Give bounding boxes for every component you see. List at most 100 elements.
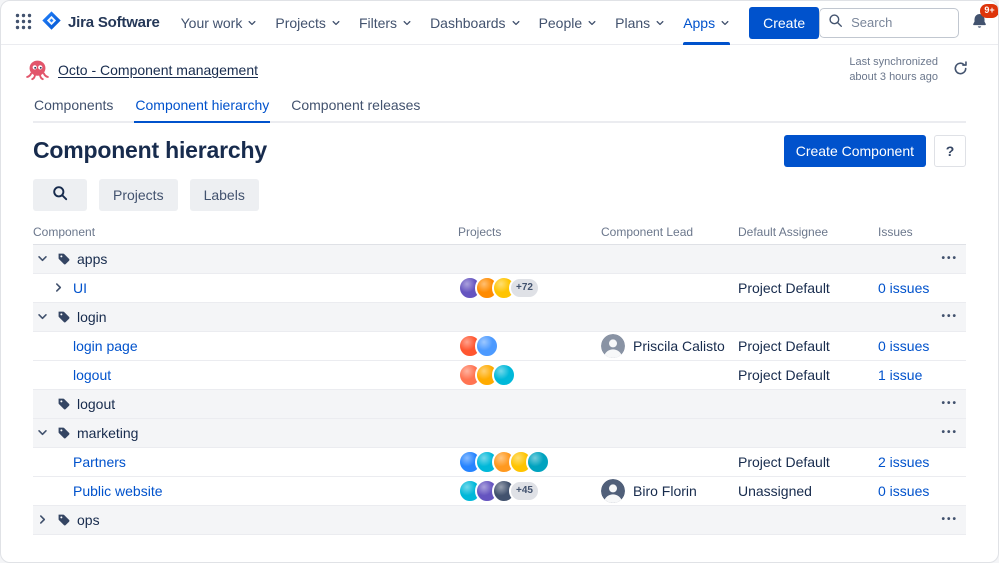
default-assignee-cell: Project Default bbox=[738, 366, 830, 383]
row-actions-cell: ••• bbox=[940, 308, 966, 326]
component-cell: Public website bbox=[33, 482, 458, 500]
nav-item-people[interactable]: People bbox=[530, 1, 607, 45]
filter-bar: Projects Labels bbox=[1, 167, 998, 211]
create-component-button[interactable]: Create Component bbox=[783, 134, 926, 167]
issues-cell: 0 issues bbox=[878, 280, 940, 296]
expand-chevron-icon[interactable] bbox=[33, 511, 51, 529]
component-link[interactable]: UI bbox=[73, 280, 87, 296]
chevron-down-icon bbox=[587, 18, 597, 28]
nav-item-apps[interactable]: Apps bbox=[674, 1, 739, 45]
group-label: ops bbox=[77, 511, 100, 528]
tag-icon bbox=[57, 252, 71, 266]
row-actions-cell: ••• bbox=[940, 511, 966, 529]
sync-refresh-button[interactable] bbox=[946, 56, 974, 84]
page-actions: Create Component ? bbox=[783, 134, 966, 167]
issues-link[interactable]: 0 issues bbox=[878, 338, 929, 354]
component-cell: logout bbox=[33, 366, 458, 384]
component-cell: marketing bbox=[33, 424, 458, 442]
issues-link[interactable]: 1 issue bbox=[878, 367, 922, 383]
chevron-down-icon bbox=[511, 18, 521, 28]
jira-home-link[interactable]: Jira Software bbox=[37, 10, 168, 36]
component-cell: ops bbox=[33, 511, 458, 529]
nav-item-filters[interactable]: Filters bbox=[350, 1, 421, 45]
project-avatar-stack bbox=[458, 333, 601, 358]
sync-status-text: Last synchronized about 3 hours ago bbox=[849, 55, 938, 85]
column-header-projects: Projects bbox=[458, 225, 502, 240]
projects-filter-button[interactable]: Projects bbox=[99, 178, 178, 211]
group-row-ops: ops ••• bbox=[33, 505, 966, 535]
labels-filter-button[interactable]: Labels bbox=[189, 178, 259, 211]
nav-item-label: Projects bbox=[275, 14, 326, 31]
more-actions-button[interactable]: ••• bbox=[939, 511, 960, 529]
row-actions-cell: ••• bbox=[940, 395, 966, 413]
global-search-input[interactable] bbox=[849, 14, 951, 31]
app-title-link[interactable]: Octo - Component management bbox=[58, 62, 258, 78]
project-avatar-icon bbox=[492, 362, 516, 387]
avatar-overflow-badge: +72 bbox=[509, 276, 540, 299]
more-actions-button[interactable]: ••• bbox=[939, 250, 960, 268]
projects-cell bbox=[458, 333, 601, 358]
page-title: Component hierarchy bbox=[33, 137, 267, 164]
nav-item-your-work[interactable]: Your work bbox=[172, 1, 267, 45]
component-lead-cell: Priscila Calisto bbox=[601, 333, 738, 358]
component-link[interactable]: logout bbox=[73, 367, 111, 383]
notification-badge: 9+ bbox=[979, 3, 998, 18]
collapse-chevron-icon[interactable] bbox=[33, 250, 51, 268]
column-header-issues: Issues bbox=[878, 225, 913, 240]
expand-chevron-icon[interactable] bbox=[49, 279, 67, 297]
issues-cell: 0 issues bbox=[878, 483, 940, 499]
nav-item-plans[interactable]: Plans bbox=[606, 1, 674, 45]
group-label: login bbox=[77, 308, 107, 325]
component-search-button[interactable] bbox=[33, 178, 87, 211]
component-cell: Partners bbox=[33, 453, 458, 471]
component-link[interactable]: Public website bbox=[73, 483, 163, 499]
issues-link[interactable]: 0 issues bbox=[878, 280, 929, 296]
collapse-chevron-icon[interactable] bbox=[33, 308, 51, 326]
page-help-button[interactable]: ? bbox=[934, 134, 966, 167]
column-header-lead: Component Lead bbox=[601, 225, 694, 240]
jira-logo-icon bbox=[41, 10, 62, 36]
tag-icon bbox=[57, 310, 71, 324]
projects-cell bbox=[458, 449, 601, 474]
group-label: marketing bbox=[77, 424, 139, 441]
default-assignee-cell: Project Default bbox=[738, 337, 830, 354]
component-link[interactable]: login page bbox=[73, 338, 138, 354]
tag-icon bbox=[57, 397, 71, 411]
nav-item-label: Apps bbox=[683, 14, 716, 31]
nav-item-projects[interactable]: Projects bbox=[266, 1, 350, 45]
tag-icon bbox=[57, 513, 71, 527]
collapse-chevron-icon[interactable] bbox=[33, 424, 51, 442]
nav-item-dashboards[interactable]: Dashboards bbox=[421, 1, 530, 45]
tab-components[interactable]: Components bbox=[33, 93, 114, 121]
column-header-component: Component bbox=[33, 225, 96, 240]
projects-cell: +72 bbox=[458, 275, 601, 300]
component-row-ui: UI +72 Project Default 0 issues bbox=[33, 274, 966, 303]
app-switcher-button[interactable] bbox=[9, 9, 37, 37]
global-search-box[interactable] bbox=[819, 7, 960, 38]
component-link[interactable]: Partners bbox=[73, 454, 126, 470]
nav-item-label: People bbox=[538, 14, 583, 31]
more-actions-button[interactable]: ••• bbox=[939, 424, 960, 442]
notifications-button[interactable]: 9+ bbox=[964, 3, 998, 38]
more-actions-button[interactable]: ••• bbox=[939, 308, 960, 326]
column-header-assignee: Default Assignee bbox=[738, 225, 829, 240]
row-actions-cell: ••• bbox=[940, 250, 966, 268]
tab-component-releases[interactable]: Component releases bbox=[290, 93, 421, 121]
issues-link[interactable]: 2 issues bbox=[878, 454, 929, 470]
tab-bar: Components Component hierarchy Component r… bbox=[33, 93, 966, 123]
issues-link[interactable]: 0 issues bbox=[878, 483, 929, 499]
projects-cell bbox=[458, 362, 601, 387]
group-label: apps bbox=[77, 250, 108, 267]
project-avatar-icon bbox=[526, 449, 550, 474]
more-actions-button[interactable]: ••• bbox=[939, 395, 960, 413]
create-button[interactable]: Create bbox=[749, 6, 820, 39]
refresh-icon bbox=[952, 60, 969, 80]
default-assignee-cell: Project Default bbox=[738, 279, 830, 296]
issues-cell: 0 issues bbox=[878, 338, 940, 354]
component-lead-name: Priscila Calisto bbox=[633, 337, 725, 354]
tab-component-hierarchy[interactable]: Component hierarchy bbox=[134, 93, 271, 123]
